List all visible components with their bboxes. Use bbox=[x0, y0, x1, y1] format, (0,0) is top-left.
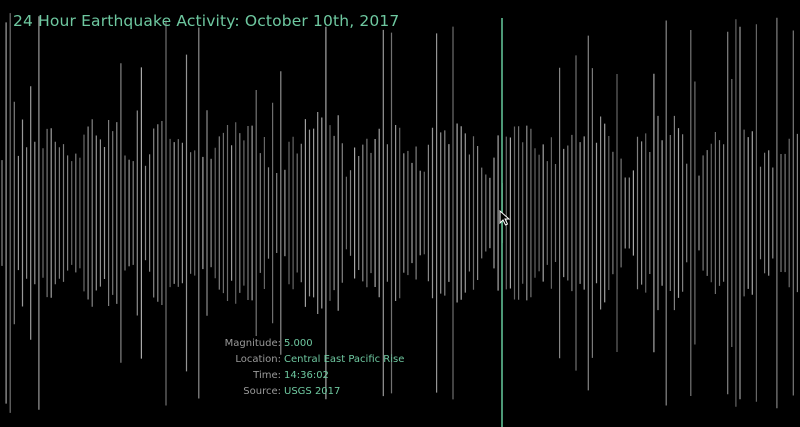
magnitude-value: 5.000 bbox=[284, 338, 313, 349]
mouse-pointer-icon bbox=[499, 210, 511, 226]
time-label: Time: bbox=[253, 370, 281, 381]
magnitude-label: Magnitude: bbox=[224, 338, 281, 349]
location-row: Location: Central East Pacific Rise bbox=[190, 352, 404, 368]
page-title: 24 Hour Earthquake Activity: October 10t… bbox=[13, 12, 400, 30]
location-value: Central East Pacific Rise bbox=[284, 354, 405, 365]
magnitude-row: Magnitude: 5.000 bbox=[190, 336, 404, 352]
event-details: Magnitude: 5.000 Location: Central East … bbox=[190, 336, 405, 400]
time-value: 14:36:02 bbox=[284, 370, 329, 381]
source-label: Source: bbox=[243, 386, 281, 397]
source-value: USGS 2017 bbox=[284, 386, 341, 397]
time-row: Time: 14:36:02 bbox=[190, 368, 404, 384]
location-label: Location: bbox=[235, 354, 281, 365]
source-row: Source: USGS 2017 bbox=[190, 384, 404, 400]
